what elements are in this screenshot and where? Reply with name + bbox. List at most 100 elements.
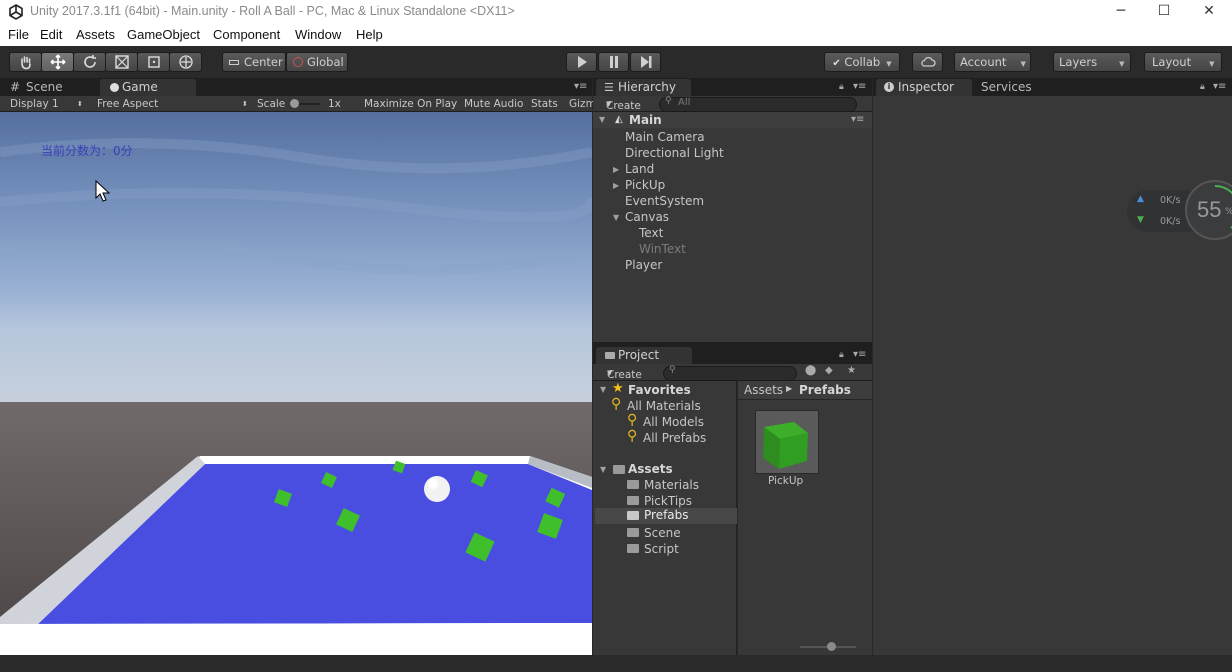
close-button[interactable]: ✕ <box>1186 0 1232 24</box>
hand-tool-button[interactable] <box>9 52 42 72</box>
tab-scene[interactable]: # Scene <box>4 79 94 97</box>
tab-hierarchy[interactable]: ☰ Hierarchy <box>596 79 691 97</box>
collab-button[interactable]: ✔ Collab ▼ <box>824 52 900 72</box>
breadcrumb-root[interactable]: Assets <box>744 383 783 397</box>
project-search-input[interactable]: ⚲ <box>663 365 797 381</box>
scale-value: 1x <box>328 98 341 110</box>
window-title: Unity 2017.3.1f1 (64bit) - Main.unity - … <box>30 4 515 18</box>
minimize-button[interactable]: ─ <box>1098 0 1144 24</box>
aspect-dropdown[interactable]: Free Aspect <box>97 98 158 110</box>
hierarchy-item-main-camera[interactable]: Main Camera <box>625 130 705 144</box>
globe-icon <box>293 57 303 67</box>
panel-menu-icon[interactable]: ▾≡ <box>1213 81 1226 92</box>
account-dropdown[interactable]: Account ▼ <box>954 52 1031 72</box>
menu-help[interactable]: Help <box>356 27 383 42</box>
play-button[interactable] <box>566 52 597 72</box>
hierarchy-item-directional-light[interactable]: Directional Light <box>625 146 724 160</box>
network-speed-widget[interactable]: ▲ 0K/s ▼ 0K/s 55 % <box>1127 180 1232 240</box>
gizmos-dropdown[interactable]: Gizm <box>569 98 596 110</box>
filter-type-icon[interactable]: ⬤ <box>805 365 816 376</box>
game-viewport[interactable]: 当前分数为：0分 <box>0 112 592 655</box>
menu-assets[interactable]: Assets <box>76 27 115 42</box>
menu-file[interactable]: File <box>8 27 29 42</box>
mute-audio-toggle[interactable]: Mute Audio <box>464 98 523 110</box>
cloud-icon <box>920 56 936 67</box>
display-dropdown[interactable]: Display 1 <box>10 98 59 110</box>
menu-component[interactable]: Component <box>213 27 280 42</box>
tab-game[interactable]: Game <box>100 79 196 97</box>
expand-arrow-icon[interactable]: ▼ <box>600 385 606 394</box>
hierarchy-item-text[interactable]: Text <box>639 226 663 240</box>
project-asset-view: Assets ▶ Prefabs PickUp <box>738 381 872 655</box>
favorites-label[interactable]: Favorites <box>628 383 691 397</box>
hierarchy-item-pickup[interactable]: PickUp <box>625 178 665 192</box>
scene-menu-icon[interactable]: ▾≡ <box>851 114 864 125</box>
tag-icon[interactable]: ◆ <box>825 365 833 376</box>
scale-slider[interactable] <box>290 99 320 108</box>
star-icon[interactable]: ★ <box>847 365 856 376</box>
scene-header-row[interactable]: ▼ ◭ Main ▾≡ <box>593 112 872 128</box>
favorite-all-materials[interactable]: ⚲ All Materials <box>611 396 701 413</box>
tab-services[interactable]: Services <box>959 79 1055 97</box>
scale-slider-thumb[interactable] <box>290 99 299 108</box>
folder-script[interactable]: Script <box>627 542 679 556</box>
folder-materials[interactable]: Materials <box>627 478 699 492</box>
favorite-all-prefabs[interactable]: ⚲ All Prefabs <box>627 428 706 445</box>
scale-tool-button[interactable] <box>105 52 138 72</box>
hierarchy-item-wintext[interactable]: WinText <box>639 242 686 256</box>
transform-tool-button[interactable] <box>169 52 202 72</box>
tab-inspector[interactable]: i Inspector <box>876 79 972 97</box>
hierarchy-search-input[interactable]: ⚲ All <box>659 96 857 112</box>
hierarchy-item-land[interactable]: Land <box>625 162 654 176</box>
expand-arrow-icon[interactable]: ▼ <box>600 465 606 474</box>
maximize-on-play-toggle[interactable]: Maximize On Play <box>364 98 457 110</box>
chevron-down-icon: ▼ <box>1020 60 1026 68</box>
expand-arrow-icon[interactable]: ▶ <box>613 181 619 190</box>
expand-arrow-icon[interactable]: ▼ <box>599 115 605 124</box>
cloud-button[interactable] <box>912 52 943 72</box>
asset-pickup-label[interactable]: PickUp <box>768 475 803 487</box>
step-button[interactable] <box>630 52 661 72</box>
hierarchy-item-player[interactable]: Player <box>625 258 662 272</box>
grid-icon: # <box>10 80 21 94</box>
asset-pickup-thumbnail[interactable] <box>755 410 819 474</box>
maximize-button[interactable]: ☐ <box>1141 0 1187 24</box>
layout-dropdown[interactable]: Layout ▼ <box>1144 52 1222 72</box>
folder-icon <box>613 465 625 474</box>
menu-gameobject[interactable]: GameObject <box>127 27 200 42</box>
menu-edit[interactable]: Edit <box>40 27 62 42</box>
thumbnail-size-slider[interactable] <box>800 642 856 651</box>
panel-menu-icon[interactable]: ▾≡ <box>853 81 866 92</box>
folder-picktips[interactable]: PickTips <box>627 494 692 508</box>
favorite-all-models[interactable]: ⚲ All Models <box>627 412 704 429</box>
rotate-tool-button[interactable] <box>73 52 106 72</box>
rect-tool-button[interactable] <box>137 52 170 72</box>
expand-arrow-icon[interactable]: ▼ <box>613 213 619 222</box>
hierarchy-item-eventsystem[interactable]: EventSystem <box>625 194 704 208</box>
menu-window[interactable]: Window <box>295 27 341 42</box>
move-tool-button[interactable] <box>41 52 74 72</box>
lock-icon[interactable]: 🔒︎ <box>1200 82 1205 92</box>
asset-breadcrumb: Assets ▶ Prefabs <box>738 381 872 400</box>
lock-icon[interactable]: 🔒︎ <box>839 350 844 360</box>
pause-button[interactable] <box>598 52 629 72</box>
breadcrumb-current[interactable]: Prefabs <box>799 383 851 397</box>
folder-icon <box>605 352 615 359</box>
stats-toggle[interactable]: Stats <box>531 98 558 110</box>
layers-label: Layers <box>1059 55 1098 69</box>
layers-dropdown[interactable]: Layers ▼ <box>1053 52 1131 72</box>
pivot-mode-button[interactable]: Center <box>222 52 286 72</box>
hierarchy-item-canvas[interactable]: Canvas <box>625 210 669 224</box>
panel-menu-icon[interactable]: ▾≡ <box>853 349 866 360</box>
expand-arrow-icon[interactable]: ▶ <box>613 165 619 174</box>
assets-label[interactable]: Assets <box>628 462 673 476</box>
lock-icon[interactable]: 🔒︎ <box>839 82 844 92</box>
tab-project[interactable]: Project <box>596 347 692 365</box>
chevron-updown-icon: ⬍ <box>77 100 83 108</box>
thumbnail-size-slider-thumb[interactable] <box>827 642 836 651</box>
title-bar: Unity 2017.3.1f1 (64bit) - Main.unity - … <box>0 0 1232 24</box>
panel-menu-icon[interactable]: ▾≡ <box>574 81 587 92</box>
folder-prefabs[interactable]: Prefabs <box>595 508 737 524</box>
folder-scene[interactable]: Scene <box>627 526 681 540</box>
pivot-rotation-button[interactable]: Global <box>286 52 348 72</box>
